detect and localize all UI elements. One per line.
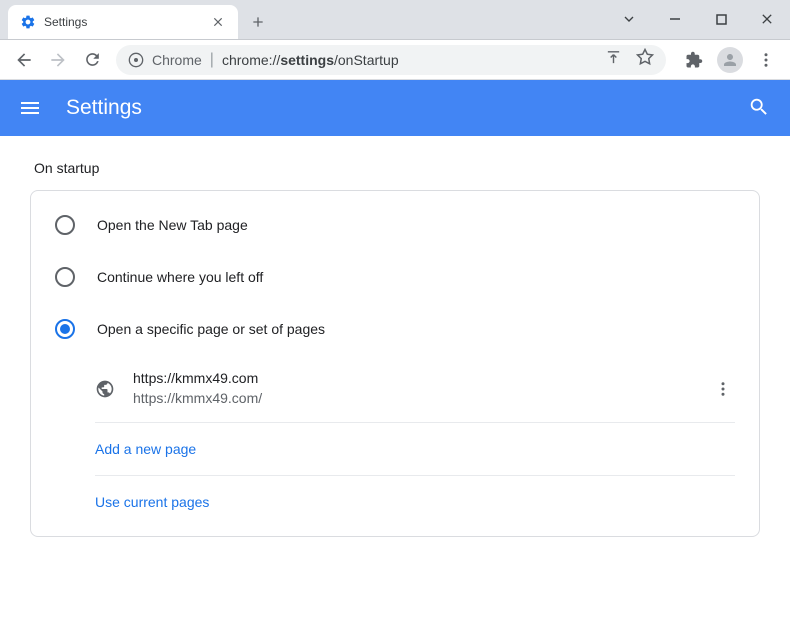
app-header: Settings xyxy=(0,80,790,136)
site-info-icon[interactable] xyxy=(128,52,144,68)
hamburger-icon[interactable] xyxy=(18,96,42,120)
reload-button[interactable] xyxy=(76,44,108,76)
search-icon[interactable] xyxy=(748,96,772,120)
profile-avatar[interactable] xyxy=(714,44,746,76)
page-item-url: https://kmmx49.com/ xyxy=(133,389,711,409)
radio-label: Open a specific page or set of pages xyxy=(97,321,325,337)
use-current-link[interactable]: Use current pages xyxy=(95,476,735,528)
radio-continue[interactable]: Continue where you left off xyxy=(31,251,759,303)
radio-label: Continue where you left off xyxy=(97,269,263,285)
extensions-icon[interactable] xyxy=(678,44,710,76)
back-button[interactable] xyxy=(8,44,40,76)
omnibox-label: Chrome xyxy=(152,52,202,68)
radio-specific-pages[interactable]: Open a specific page or set of pages xyxy=(31,303,759,355)
page-item: https://kmmx49.com https://kmmx49.com/ xyxy=(95,355,735,423)
maximize-button[interactable] xyxy=(698,0,744,39)
section-title: On startup xyxy=(30,160,760,176)
tab-title: Settings xyxy=(44,15,210,29)
content: On startup Open the New Tab page Continu… xyxy=(0,136,790,561)
omnibox-url: chrome://settings/onStartup xyxy=(222,52,399,68)
gear-icon xyxy=(20,14,36,30)
radio-icon xyxy=(55,267,75,287)
chevron-down-icon[interactable] xyxy=(606,0,652,39)
forward-button[interactable] xyxy=(42,44,74,76)
page-item-title: https://kmmx49.com xyxy=(133,369,711,389)
page-item-menu[interactable] xyxy=(711,377,735,401)
toolbar: Chrome | chrome://settings/onStartup xyxy=(0,40,790,80)
close-button[interactable] xyxy=(744,0,790,39)
startup-card: Open the New Tab page Continue where you… xyxy=(30,190,760,537)
add-page-link[interactable]: Add a new page xyxy=(95,423,735,476)
page-info: https://kmmx49.com https://kmmx49.com/ xyxy=(133,369,711,408)
page-list: https://kmmx49.com https://kmmx49.com/ A… xyxy=(31,355,759,528)
menu-icon[interactable] xyxy=(750,44,782,76)
radio-icon xyxy=(55,319,75,339)
globe-icon xyxy=(95,379,115,399)
omnibox-separator: | xyxy=(210,51,214,69)
radio-icon xyxy=(55,215,75,235)
share-icon[interactable] xyxy=(605,49,622,71)
window-controls xyxy=(606,0,790,39)
radio-new-tab[interactable]: Open the New Tab page xyxy=(31,199,759,251)
omnibox[interactable]: Chrome | chrome://settings/onStartup xyxy=(116,45,666,75)
browser-tab[interactable]: Settings xyxy=(8,5,238,39)
new-tab-button[interactable] xyxy=(244,8,272,36)
bookmark-icon[interactable] xyxy=(636,48,654,71)
radio-label: Open the New Tab page xyxy=(97,217,248,233)
minimize-button[interactable] xyxy=(652,0,698,39)
titlebar: Settings xyxy=(0,0,790,40)
page-title: Settings xyxy=(66,96,748,120)
close-icon[interactable] xyxy=(210,14,226,30)
